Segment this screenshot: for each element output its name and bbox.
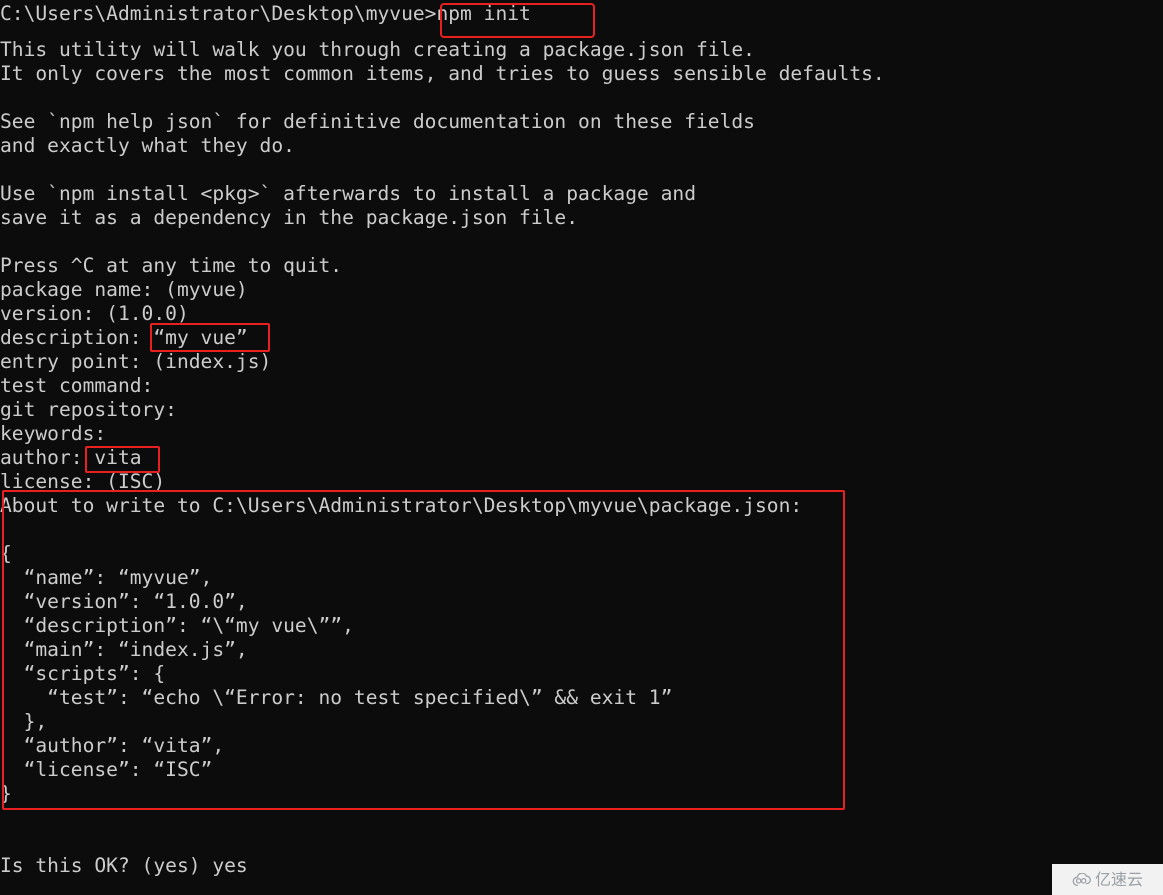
terminal-line-version: version: (1.0.0) [0, 302, 189, 325]
terminal-line-json-scripts-open: “scripts”: { [0, 662, 166, 685]
terminal-window[interactable]: C:\Users\Administrator\Desktop\myvue>npm… [0, 0, 1163, 895]
terminal-line-intro-2: It only covers the most common items, an… [0, 62, 885, 85]
cloud-icon [1072, 872, 1091, 886]
terminal-line-help-1: See `npm help json` for definitive docum… [0, 110, 755, 133]
terminal-line-package-name: package name: (myvue) [0, 278, 248, 301]
terminal-line-description: description: “my vue” [0, 326, 248, 349]
terminal-line-json-scripts-test: “test”: “echo \“Error: no test specified… [0, 686, 673, 709]
terminal-line-intro-1: This utility will walk you through creat… [0, 38, 755, 61]
terminal-line-install-1: Use `npm install <pkg>` afterwards to in… [0, 182, 696, 205]
watermark-text: 亿速云 [1094, 869, 1143, 889]
terminal-line-press-quit: Press ^C at any time to quit. [0, 254, 343, 277]
terminal-line-keywords: keywords: [0, 422, 107, 445]
terminal-line-entry-point: entry point: (index.js) [0, 350, 272, 373]
terminal-line-prompt-command: C:\Users\Administrator\Desktop\myvue>npm… [0, 2, 531, 25]
terminal-line-about-to-write: About to write to C:\Users\Administrator… [0, 494, 803, 517]
terminal-line-git-repository: git repository: [0, 398, 177, 421]
terminal-line-json-open: { [0, 542, 12, 565]
terminal-line-json-version: “version”: “1.0.0”, [0, 590, 248, 613]
terminal-line-json-name: “name”: “myvue”, [0, 566, 213, 589]
terminal-line-json-description: “description”: “\“my vue\””, [0, 614, 354, 637]
terminal-line-license: license: (ISC) [0, 470, 166, 493]
terminal-line-json-scripts-close: }, [0, 710, 48, 733]
terminal-line-install-2: save it as a dependency in the package.j… [0, 206, 579, 229]
terminal-line-author: author: vita [0, 446, 142, 469]
watermark: 亿速云 [1052, 864, 1163, 895]
terminal-line-json-author: “author”: “vita”, [0, 734, 225, 757]
terminal-line-test-command: test command: [0, 374, 154, 397]
terminal-line-json-main: “main”: “index.js”, [0, 638, 248, 661]
terminal-line-help-2: and exactly what they do. [0, 134, 295, 157]
terminal-line-json-license: “license”: “ISC” [0, 758, 213, 781]
terminal-line-confirm-prompt: Is this OK? (yes) yes [0, 854, 248, 877]
terminal-line-json-close: } [0, 782, 12, 805]
